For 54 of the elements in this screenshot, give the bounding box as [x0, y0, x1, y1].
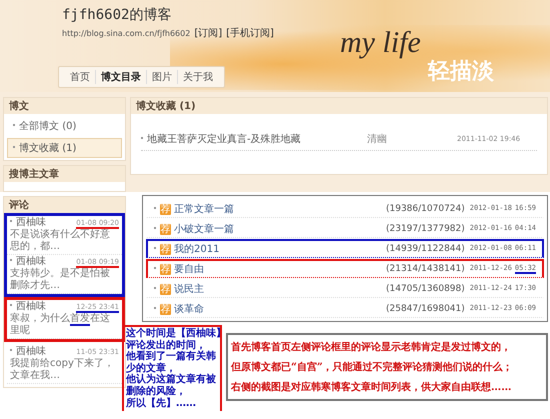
article-stats: (14939/1122844) — [386, 244, 465, 254]
article-stats: (25847/1698041) — [386, 304, 465, 314]
note-line: 删除的风险， — [126, 386, 187, 398]
nav-tab[interactable]: 关于我 — [177, 70, 218, 84]
note-line: 但原博文都已“自宫”，只能通过不完整评论猜测他们说的什么； — [231, 360, 514, 375]
article-link[interactable]: 谈革命 — [174, 302, 386, 316]
banner-subtext: 轻描淡 — [428, 58, 494, 86]
article-stats: (23197/1377982) — [386, 224, 465, 234]
recommend-badge: 荐 — [160, 244, 171, 254]
comment-author[interactable]: 西柚味 — [10, 346, 46, 358]
blog-url: http://blog.sina.com.cn/fjfh6602 — [62, 29, 190, 38]
note-line: 他认为这篇文章有被 — [126, 374, 217, 386]
author-name: 清幽 — [367, 132, 388, 146]
nav-tab[interactable]: 图片 — [146, 70, 177, 84]
recommend-badge: 荐 — [160, 284, 171, 294]
article-stats: (21314/1438141) — [386, 264, 465, 274]
nav-tab[interactable]: 博文目录 — [95, 70, 146, 84]
article-link[interactable]: 正常文章一篇 — [174, 202, 386, 216]
subscribe-link[interactable]: [订阅] — [194, 26, 222, 40]
note-line: 右侧的截图是对应韩寒博客文章时间列表，供大家自由联想…… — [231, 380, 512, 395]
article-stats: (14705/1360898) — [386, 284, 465, 294]
article-link[interactable]: 地藏王菩萨灭定业真言-及殊胜地藏 — [141, 132, 367, 146]
comment-text: 寒叔，为什么首发在这里呢 — [10, 313, 111, 336]
blog-title: fjfh6602的博客 — [62, 6, 172, 24]
note-line: 这个时间是【西柚味】 — [126, 328, 218, 340]
note-line: 首先博客首页左侧评论框里的评论显示老韩肯定是发过博文的， — [231, 340, 512, 355]
recommend-badge: 荐 — [160, 204, 171, 214]
comment-text: 不是说谈有什么不好意思的，都… — [10, 229, 111, 252]
note-line: 他看到了一篇有关韩 — [126, 351, 217, 362]
recommend-badge: 荐 — [160, 224, 171, 234]
note-line: 评论发出的时间， — [126, 340, 206, 351]
recommend-badge: 荐 — [160, 304, 171, 314]
panel-title: 搜博主文章 — [4, 166, 125, 182]
article-link[interactable]: 我的2011 — [174, 242, 386, 256]
comment-author[interactable]: 西柚味 — [10, 256, 46, 268]
category-item[interactable]: 博文收藏 (1) — [7, 138, 122, 158]
category-item[interactable]: 全部博文 (0) — [7, 116, 122, 136]
subscribe-link[interactable]: [手机订阅] — [226, 26, 274, 40]
article-stats: (19386/1070724) — [386, 204, 465, 214]
panel-title: 博文收藏 (1) — [131, 98, 547, 114]
comment-text: 我提前给copy下来了，文章在我… — [10, 358, 115, 381]
panel-title: 博文 — [4, 98, 125, 114]
panel-title: 评论 — [4, 197, 125, 213]
nav-tab[interactable]: 首页 — [65, 70, 95, 84]
comment-text: 支持韩少。是不是怕被删除才先… — [10, 268, 111, 291]
comment-author[interactable]: 西柚味 — [10, 217, 46, 229]
article-link[interactable]: 说民主 — [174, 282, 386, 296]
note-line: 少的文章， — [126, 362, 176, 374]
banner-text: my life — [340, 26, 421, 60]
article-link[interactable]: 要自由 — [174, 262, 386, 276]
comment-author[interactable]: 西柚味 — [10, 301, 46, 313]
article-link[interactable]: 小破文章一篇 — [174, 222, 386, 236]
recommend-badge: 荐 — [160, 264, 171, 274]
note-line: 所以【先】…… — [126, 398, 197, 410]
